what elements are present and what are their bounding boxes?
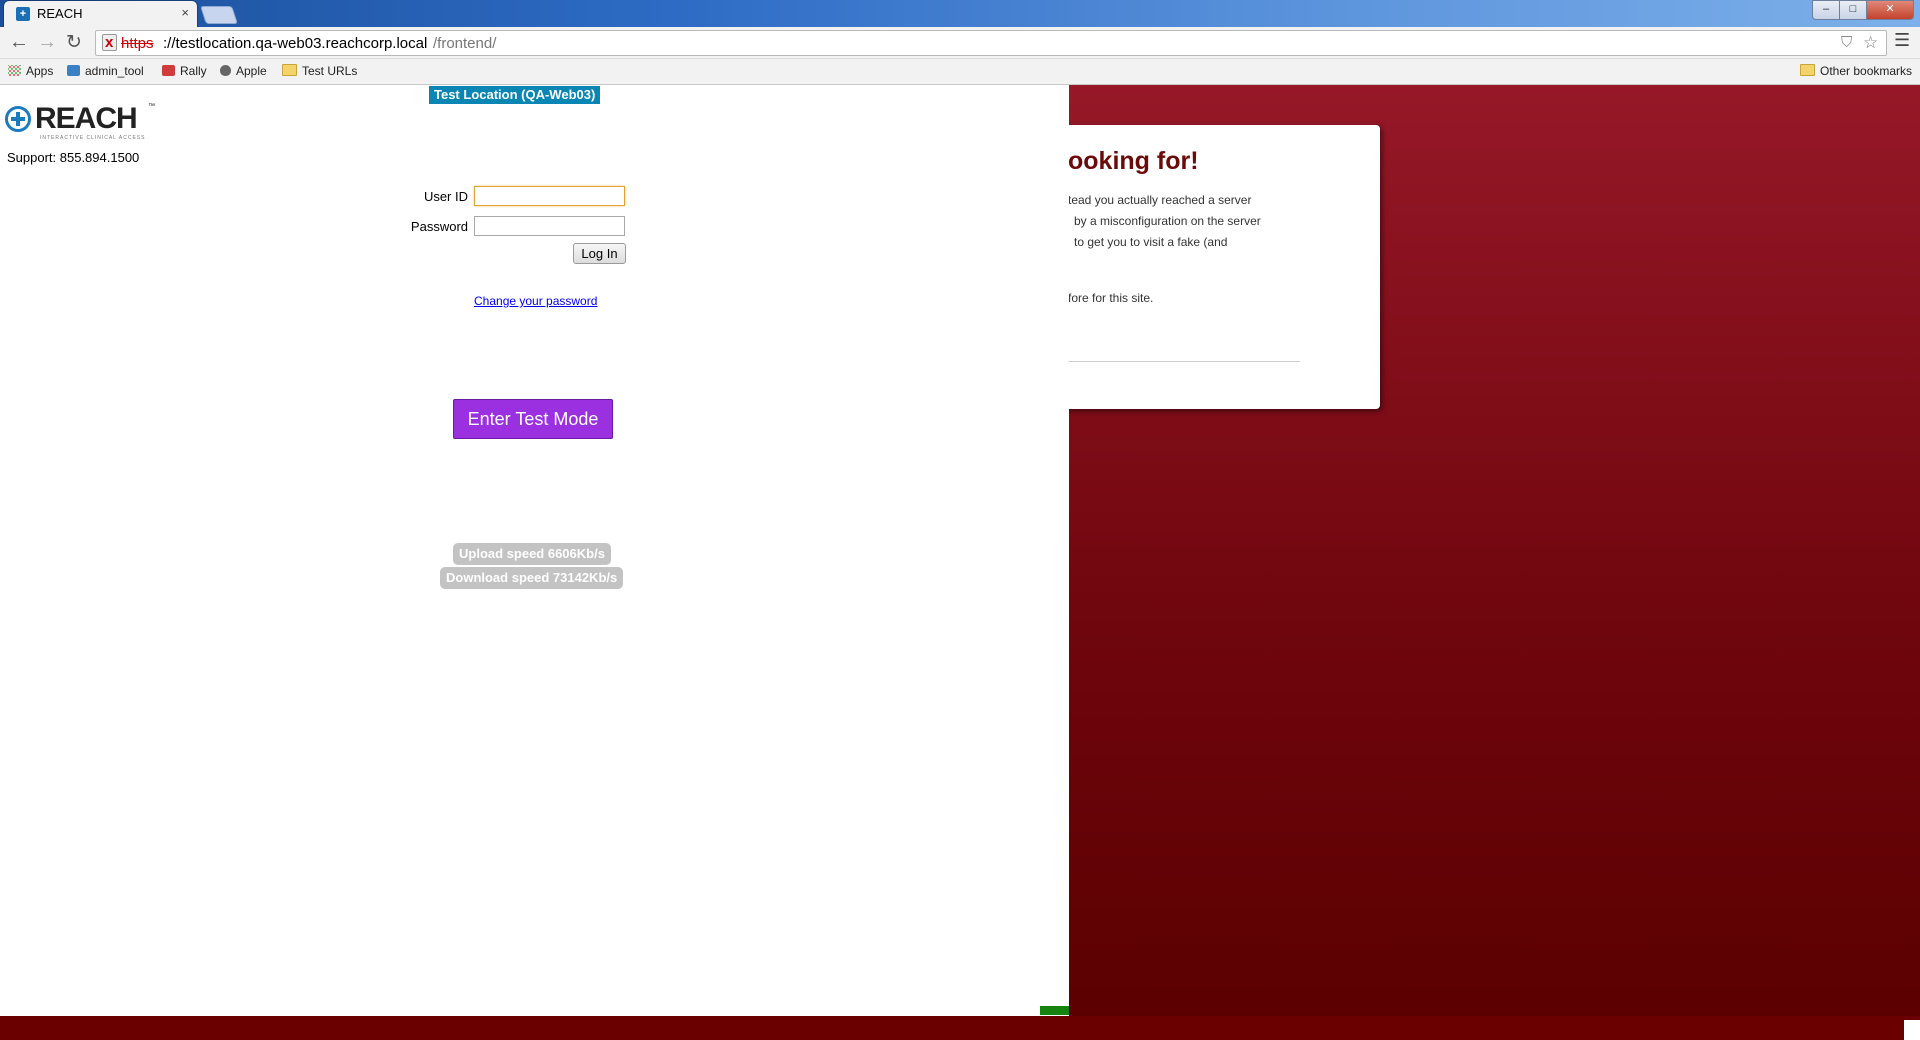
userid-label: User ID	[423, 189, 468, 204]
maximize-button[interactable]: □	[1839, 0, 1867, 20]
rally-icon	[162, 65, 175, 76]
error-text-line: to get you to visit a fake (and	[1074, 235, 1228, 249]
bottom-band	[0, 1016, 1920, 1040]
browser-tab[interactable]: + REACH ×	[4, 1, 197, 27]
reach-logo: REACH ™ INTERACTIVE CLINICAL ACCESS	[5, 102, 155, 141]
login-page: Test Location (QA-Web03) REACH ™ INTERAC…	[0, 85, 1069, 1016]
environment-badge: Test Location (QA-Web03)	[429, 86, 601, 104]
divider	[1068, 361, 1300, 362]
browser-menu-icon[interactable]: ☰	[1894, 30, 1910, 51]
tab-title: REACH	[37, 6, 83, 21]
url-path: /frontend/	[433, 35, 497, 52]
bookmark-label: Rally	[180, 64, 207, 78]
enter-test-mode-button[interactable]: Enter Test Mode	[453, 399, 613, 439]
admin-tool-icon	[67, 65, 80, 76]
reach-plus-icon	[5, 106, 31, 132]
change-password-link[interactable]: Change your password	[474, 294, 597, 308]
browser-title-bar: + REACH × – □ ✕	[0, 0, 1920, 27]
bookmark-apple[interactable]: Apple	[220, 64, 267, 78]
close-window-button[interactable]: ✕	[1866, 0, 1914, 20]
bookmark-label: Apple	[236, 64, 267, 78]
error-text-line: tead you actually reached a server	[1068, 193, 1252, 207]
url-scheme: https	[121, 35, 154, 52]
bookmark-test-urls[interactable]: Test URLs	[282, 64, 357, 78]
bookmark-label: Apps	[26, 64, 54, 78]
bookmark-star-icon[interactable]: ☆	[1863, 33, 1878, 53]
tab-close-icon[interactable]: ×	[181, 5, 189, 20]
minimize-button[interactable]: –	[1812, 0, 1840, 20]
status-indicator	[1040, 1006, 1069, 1015]
bookmark-rally[interactable]: Rally	[162, 64, 207, 78]
reach-favicon-icon: +	[16, 7, 30, 21]
logo-wordmark: REACH	[35, 102, 138, 135]
bookmark-label: Other bookmarks	[1820, 64, 1913, 78]
url-host: ://testlocation.qa-web03.reachcorp.local	[163, 35, 428, 52]
bookmarks-bar: Apps admin_tool Rally Apple Test URLs Ot…	[0, 59, 1920, 85]
login-button[interactable]: Log In	[573, 243, 626, 264]
address-bar[interactable]: x https ://testlocation.qa-web03.reachco…	[95, 30, 1887, 56]
support-phone: Support: 855.894.1500	[7, 150, 140, 165]
bookmark-label: Test URLs	[302, 64, 358, 78]
browser-toolbar: ← → ↻ x https ://testlocation.qa-web03.r…	[0, 27, 1920, 59]
password-input[interactable]	[474, 216, 625, 236]
logo-tagline: INTERACTIVE CLINICAL ACCESS	[40, 135, 146, 141]
folder-icon	[1800, 64, 1815, 76]
folder-icon	[282, 64, 297, 76]
bookmark-other[interactable]: Other bookmarks	[1800, 64, 1912, 78]
userid-input[interactable]	[474, 186, 625, 206]
error-text-line: by a misconfiguration on the server	[1074, 214, 1261, 228]
error-heading: ooking for!	[1068, 147, 1199, 175]
bookmark-admin-tool[interactable]: admin_tool	[67, 64, 144, 78]
apps-icon	[8, 65, 21, 76]
ssl-error-card: ooking for! tead you actually reached a …	[1040, 125, 1380, 409]
corner-block	[1904, 1020, 1920, 1040]
reload-icon[interactable]: ↻	[66, 31, 82, 54]
upload-speed-badge: Upload speed 6606Kb/s	[453, 543, 611, 565]
back-arrow-icon[interactable]: ←	[9, 31, 29, 54]
forward-arrow-icon[interactable]: →	[37, 31, 57, 54]
shield-icon[interactable]: ⛉	[1841, 34, 1852, 51]
error-text-line: fore for this site.	[1068, 291, 1154, 305]
apple-icon	[220, 65, 231, 76]
password-label: Password	[410, 219, 468, 234]
new-tab-button[interactable]	[200, 6, 238, 24]
bookmark-label: admin_tool	[85, 64, 144, 78]
logo-trademark: ™	[148, 103, 155, 110]
download-speed-badge: Download speed 73142Kb/s	[440, 567, 624, 589]
bookmark-apps[interactable]: Apps	[8, 64, 53, 78]
security-warning-icon: x	[105, 34, 114, 51]
